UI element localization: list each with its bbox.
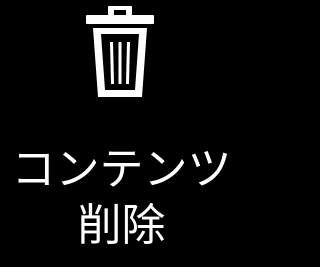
delete-content-button[interactable]: コンテンツ削除 [0,0,243,267]
trash-icon [84,4,156,100]
delete-content-label: コンテンツ削除 [11,144,232,251]
